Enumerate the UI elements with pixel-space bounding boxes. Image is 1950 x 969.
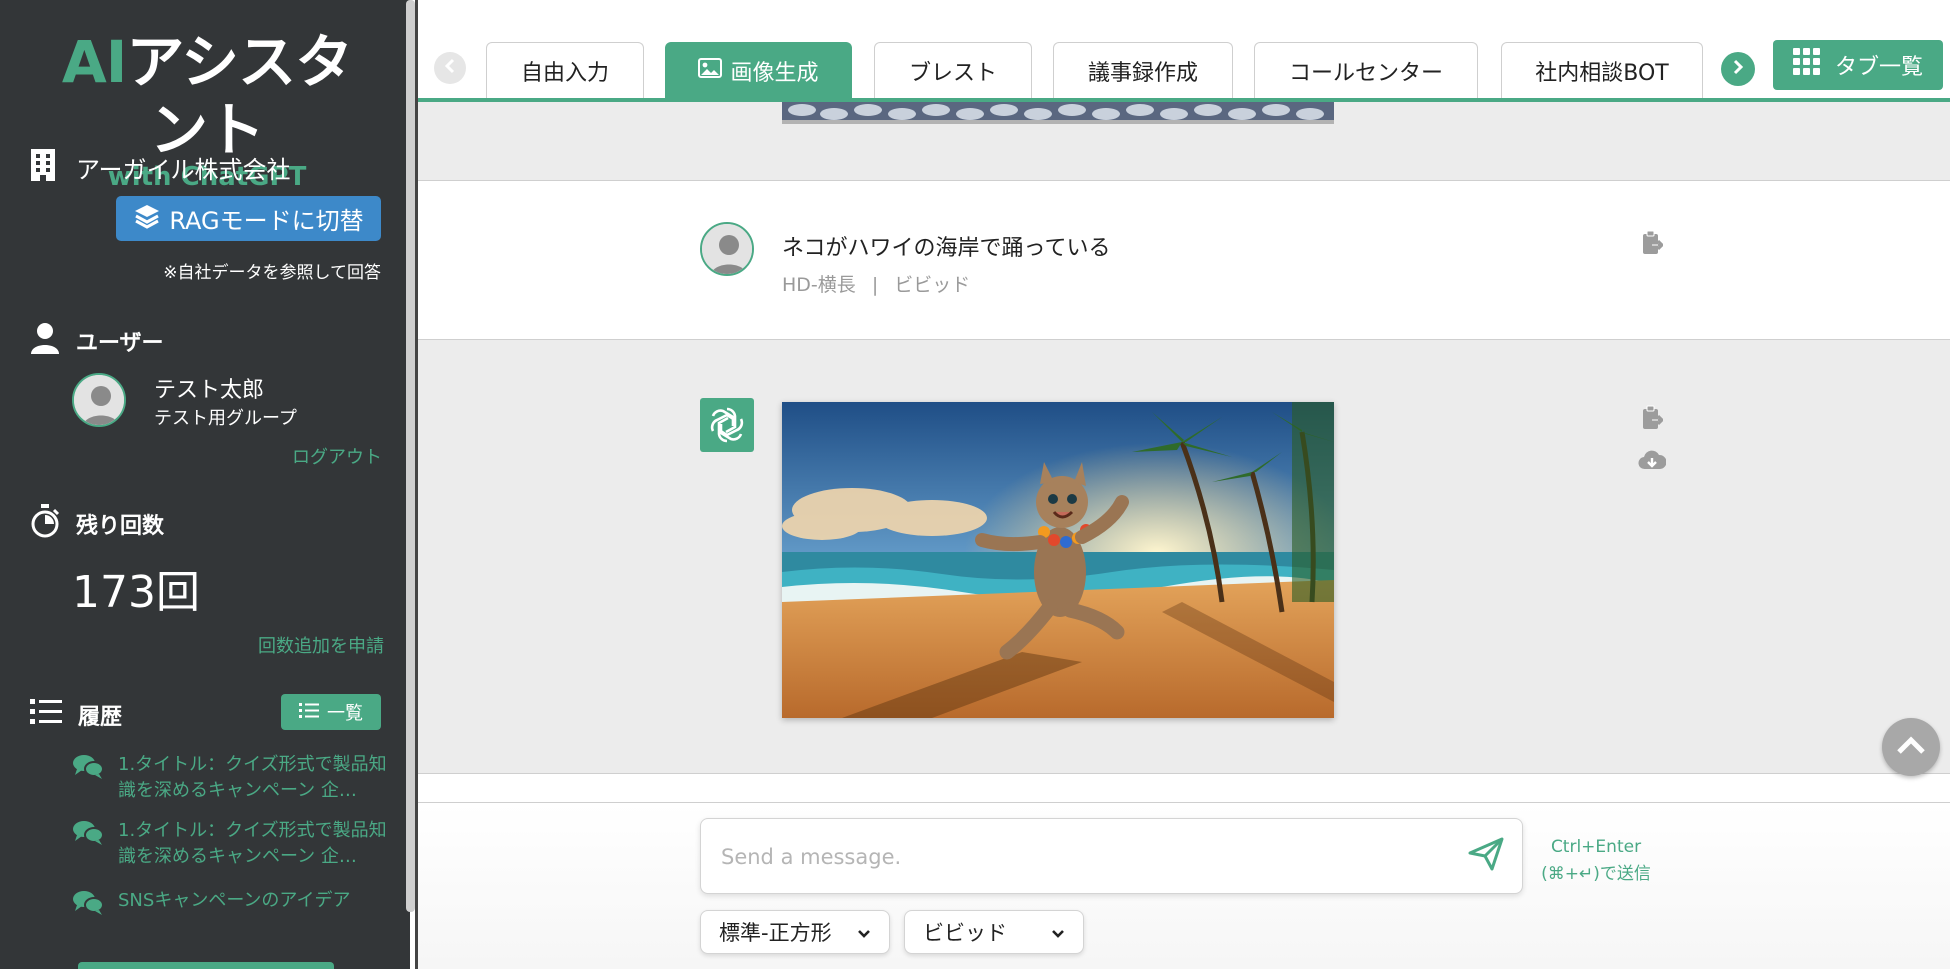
tab-image-generation[interactable]: 画像生成 bbox=[665, 42, 852, 98]
tab-label: 社内相談BOT bbox=[1535, 60, 1669, 86]
request-more-link[interactable]: 回数追加を申請 bbox=[258, 632, 384, 658]
tab-label: 自由入力 bbox=[520, 60, 609, 86]
user-group: テスト用グループ bbox=[154, 408, 297, 429]
message-meta: HD-横長 | ビビッド bbox=[782, 270, 970, 297]
previous-generated-image bbox=[782, 102, 1334, 124]
sidebar-scrollbar[interactable] bbox=[406, 0, 415, 912]
spacer-block bbox=[418, 774, 1950, 802]
history-section-head: 履歴 bbox=[30, 698, 122, 732]
history-item-label: 1.タイトル：クイズ形式で製品知識を深めるキャンペーン 企… bbox=[118, 820, 387, 867]
user-section-head: ユーザー bbox=[30, 322, 164, 360]
meta-separator: | bbox=[871, 274, 879, 296]
user-section-title: ユーザー bbox=[76, 331, 164, 356]
history-item-label: 1.タイトル：クイズ形式で製品知識を深めるキャンペーン 企… bbox=[118, 754, 387, 801]
tab-label: 画像生成 bbox=[730, 60, 819, 86]
send-button[interactable] bbox=[1466, 836, 1506, 876]
scroll-top-button[interactable] bbox=[1882, 718, 1940, 776]
sidebar-bottom-button[interactable] bbox=[78, 962, 334, 969]
history-item[interactable]: 1.タイトル：クイズ形式で製品知識を深めるキャンペーン 企… bbox=[72, 752, 388, 804]
tab-brainstorm[interactable]: ブレスト bbox=[874, 42, 1032, 98]
layers-icon bbox=[133, 203, 161, 235]
style-select-value: ビビッド bbox=[923, 921, 1007, 945]
history-list-button[interactable]: 一覧 bbox=[281, 694, 381, 730]
generated-image[interactable] bbox=[782, 402, 1334, 718]
tab-scroll-right-button[interactable] bbox=[1721, 52, 1755, 86]
chat-bubbles-icon bbox=[72, 752, 104, 804]
tab-scroll-left-button[interactable] bbox=[434, 52, 466, 84]
cloud-download-icon[interactable] bbox=[1638, 446, 1666, 474]
tab-label: 議事録作成 bbox=[1087, 60, 1198, 86]
tab-call-center[interactable]: コールセンター bbox=[1254, 42, 1478, 98]
avatar bbox=[72, 373, 126, 427]
send-hint: Ctrl+Enter (⌘+↵)で送信 bbox=[1536, 834, 1656, 888]
list-icon bbox=[30, 698, 62, 732]
history-list-label: 一覧 bbox=[327, 703, 363, 724]
tab-free-input[interactable]: 自由入力 bbox=[486, 42, 644, 98]
size-select[interactable]: 標準-正方形 bbox=[700, 910, 890, 954]
meta-size: HD-横長 bbox=[782, 274, 856, 296]
message-input-box[interactable] bbox=[700, 818, 1523, 894]
history-item-label: SNSキャンペーンのアイデア bbox=[118, 890, 351, 911]
clipboard-icon[interactable] bbox=[1638, 404, 1666, 432]
remaining-count: 173回 bbox=[72, 567, 200, 618]
stopwatch-icon bbox=[30, 504, 60, 544]
remaining-section-title: 残り回数 bbox=[76, 514, 165, 539]
main-area: ネコがハワイの海岸で踊っている HD-横長 | ビビッド Send a mess… bbox=[418, 0, 1950, 969]
tab-label: ブレスト bbox=[908, 60, 997, 86]
tab-label: コールセンター bbox=[1288, 60, 1443, 86]
rag-note: ※自社データを参照して回答 bbox=[163, 263, 381, 283]
tab-list-button[interactable]: タブ一覧 bbox=[1773, 40, 1943, 90]
user-message-text: ネコがハワイの海岸で踊っている bbox=[782, 236, 1111, 261]
user-icon bbox=[30, 322, 60, 360]
logo-ai: AI bbox=[61, 28, 127, 96]
grid-icon bbox=[1792, 48, 1821, 82]
image-icon bbox=[698, 57, 723, 84]
history-item[interactable]: 1.タイトル：クイズ形式で製品知識を深めるキャンペーン 企… bbox=[72, 818, 388, 870]
tab-list-label: タブ一覧 bbox=[1834, 55, 1923, 80]
chevron-left-icon bbox=[444, 58, 456, 78]
logout-link[interactable]: ログアウト bbox=[292, 443, 382, 469]
chat-bubbles-icon bbox=[72, 888, 104, 920]
message-input[interactable] bbox=[721, 839, 1441, 875]
size-select-value: 標準-正方形 bbox=[719, 921, 832, 945]
chevron-down-icon bbox=[857, 920, 871, 944]
company-row: アーガイル株式会社 bbox=[28, 148, 291, 186]
history-section-title: 履歴 bbox=[78, 705, 123, 730]
rag-mode-label: RAGモードに切替 bbox=[169, 207, 364, 235]
sidebar: AIアシスタント with ChatGPT アーガイル株式会社 RAGモードに切… bbox=[0, 0, 410, 969]
send-hint-line1: Ctrl+Enter bbox=[1550, 837, 1642, 857]
remaining-section-head: 残り回数 bbox=[30, 504, 164, 544]
chevron-down-icon bbox=[1051, 920, 1065, 944]
tab-minutes[interactable]: 議事録作成 bbox=[1053, 42, 1233, 98]
history-item[interactable]: SNSキャンペーンのアイデア bbox=[72, 888, 388, 920]
building-icon bbox=[28, 148, 58, 186]
user-message-block bbox=[418, 181, 1950, 339]
chevron-right-icon bbox=[1732, 59, 1744, 79]
logo-rest: アシスタント bbox=[126, 28, 353, 164]
user-name: テスト太郎 bbox=[154, 378, 265, 403]
openai-icon bbox=[700, 398, 754, 452]
tab-internal-bot[interactable]: 社内相談BOT bbox=[1501, 42, 1703, 98]
meta-style: ビビッド bbox=[894, 274, 971, 296]
clipboard-icon[interactable] bbox=[1638, 229, 1666, 257]
chevron-up-icon bbox=[1896, 735, 1926, 759]
company-name: アーガイル株式会社 bbox=[76, 155, 291, 184]
avatar bbox=[700, 222, 754, 276]
style-select[interactable]: ビビッド bbox=[904, 910, 1084, 954]
chat-bubbles-icon bbox=[72, 818, 104, 870]
rag-mode-button[interactable]: RAGモードに切替 bbox=[116, 196, 381, 241]
list-icon bbox=[299, 702, 319, 723]
send-icon bbox=[1468, 837, 1504, 875]
logo-title: AIアシスタント bbox=[42, 28, 372, 164]
send-hint-line2: (⌘+↵)で送信 bbox=[1541, 864, 1651, 884]
